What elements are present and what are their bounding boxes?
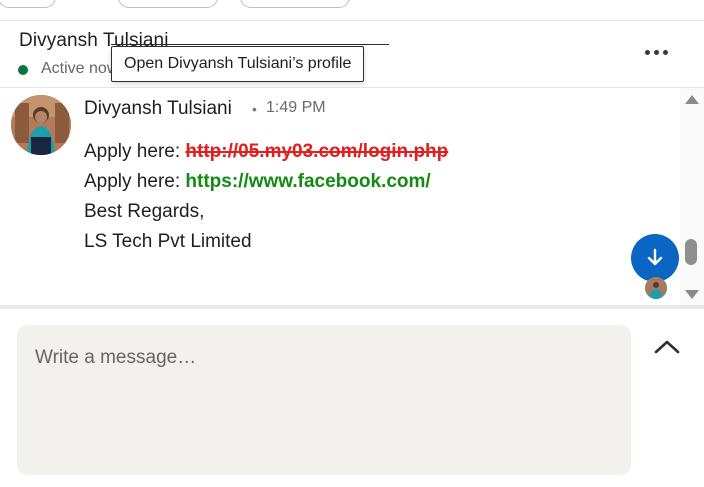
message-line: Apply here: http://05.my03.com/login.php xyxy=(84,141,448,163)
arrow-down-icon xyxy=(647,248,663,266)
more-horizontal-icon xyxy=(644,49,650,55)
scroll-up-arrow-icon[interactable] xyxy=(685,95,699,104)
filter-pill[interactable] xyxy=(0,0,56,8)
avatar[interactable] xyxy=(11,95,71,155)
message-sender-name[interactable]: Divyansh Tulsiani xyxy=(84,98,232,120)
message-thread: Divyansh Tulsiani • 1:49 PM Apply here: … xyxy=(0,88,704,306)
message-input[interactable] xyxy=(35,347,605,369)
scroll-to-bottom-button[interactable] xyxy=(631,234,679,282)
message-text: Apply here: xyxy=(84,171,186,192)
message-link[interactable]: https://www.facebook.com/ xyxy=(185,171,430,192)
separator-dot: • xyxy=(252,101,257,117)
filter-pill[interactable] xyxy=(240,0,350,8)
more-horizontal-icon-dot xyxy=(662,49,668,55)
top-filter-pills xyxy=(0,0,704,8)
message-composer[interactable] xyxy=(17,325,631,475)
message-text: Best Regards, xyxy=(84,201,205,222)
profile-photo-icon xyxy=(11,95,71,155)
scrollbar-thumb[interactable] xyxy=(685,239,697,265)
message-timestamp: 1:49 PM xyxy=(266,99,326,116)
more-options-button[interactable] xyxy=(638,39,674,65)
scroll-down-arrow-icon[interactable] xyxy=(685,290,699,299)
message-link[interactable]: http://05.my03.com/login.php xyxy=(185,141,448,162)
read-receipt-avatar xyxy=(645,277,667,299)
scrollbar[interactable] xyxy=(680,88,704,306)
presence-indicator xyxy=(18,65,28,75)
message-text: Apply here: xyxy=(84,141,186,162)
chevron-up-icon xyxy=(654,340,680,354)
profile-photo-icon xyxy=(645,277,667,299)
tooltip-pointer-line xyxy=(111,44,389,45)
presence-status: Active now xyxy=(41,60,113,77)
message-text: LS Tech Pvt Limited xyxy=(84,231,252,252)
more-horizontal-icon-dot xyxy=(653,49,659,55)
message-line: Apply here: https://www.facebook.com/ xyxy=(84,171,431,193)
divider xyxy=(0,305,704,309)
expand-composer-button[interactable] xyxy=(651,333,683,361)
profile-tooltip: Open Divyansh Tulsiani’s profile xyxy=(111,46,365,82)
filter-pill[interactable] xyxy=(118,0,218,8)
